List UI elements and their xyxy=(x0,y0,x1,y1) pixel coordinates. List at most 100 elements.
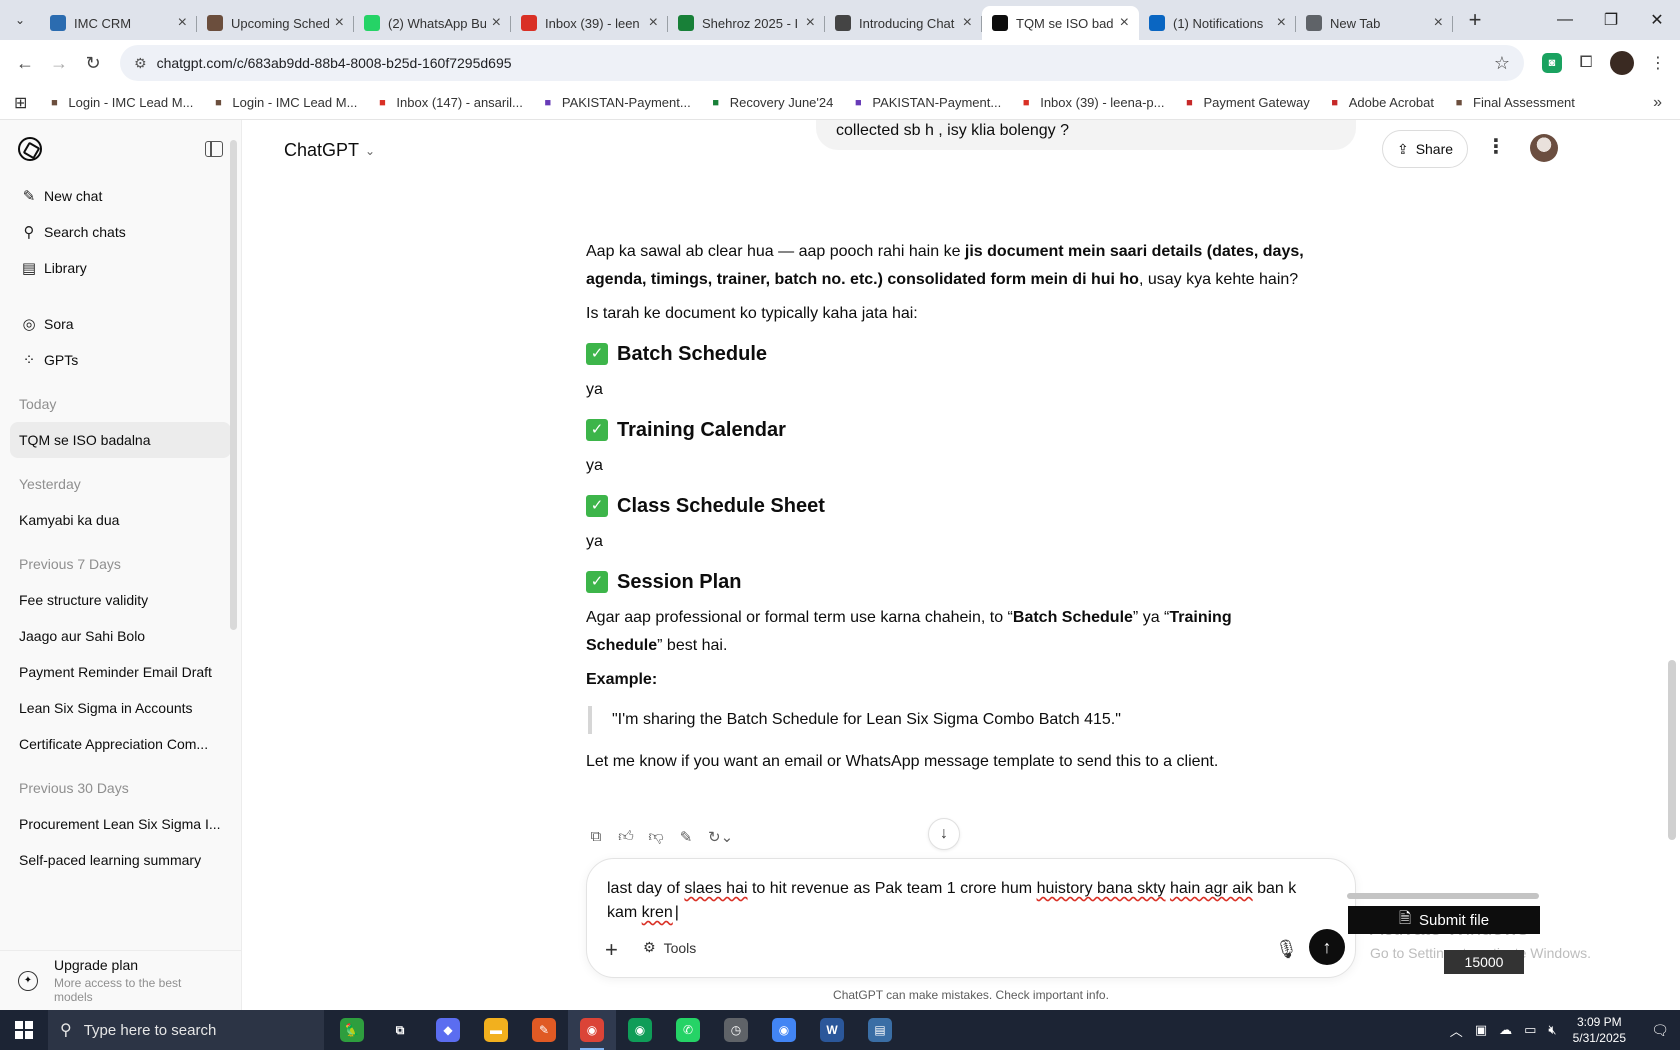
task-view-icon[interactable]: ⧉ xyxy=(376,1010,424,1050)
app-icon[interactable]: ✎ xyxy=(520,1010,568,1050)
model-picker[interactable]: ChatGPT ⌄ xyxy=(284,140,375,161)
tray-overflow-icon[interactable]: ︿ xyxy=(1450,1021,1463,1040)
forward-icon[interactable]: → xyxy=(42,46,76,80)
tools-button[interactable]: ⚙ Tools xyxy=(643,939,696,956)
chrome-icon[interactable]: ◉ xyxy=(568,1010,616,1050)
bookmark-item[interactable]: ■ Inbox (39) - leena-p... xyxy=(1019,95,1165,110)
message-composer[interactable]: last day of slaes hai to hit revenue as … xyxy=(586,858,1356,978)
sidebar-toggle-icon[interactable] xyxy=(205,141,223,157)
clock[interactable]: 3:09 PM 5/31/2025 xyxy=(1573,1014,1626,1046)
upgrade-plan-button[interactable]: ✦ Upgrade plan More access to the best m… xyxy=(0,950,241,1010)
close-tab-icon[interactable]: × xyxy=(1277,14,1286,32)
chrome-icon[interactable]: ◉ xyxy=(616,1010,664,1050)
submit-file-button[interactable]: 🗎 Submit file xyxy=(1348,906,1540,934)
thumbs-down-icon[interactable]: 👎︎ xyxy=(648,828,664,846)
share-button[interactable]: ⇪ Share xyxy=(1382,130,1468,168)
browser-tab[interactable]: (2) WhatsApp Bu × xyxy=(354,6,511,40)
clock-app-icon[interactable]: ◷ xyxy=(712,1010,760,1050)
bookmark-item[interactable]: ■ Login - IMC Lead M... xyxy=(211,95,357,110)
taskbar-search[interactable]: ⚲ Type here to search xyxy=(48,1010,324,1050)
close-tab-icon[interactable]: × xyxy=(649,14,658,32)
copy-icon[interactable]: ⧉ xyxy=(588,828,604,846)
close-tab-icon[interactable]: × xyxy=(806,14,815,32)
chat-history-item[interactable]: Certificate Appreciation Com... xyxy=(10,726,231,762)
sidebar-item-gpts[interactable]: ⁘ GPTs xyxy=(0,342,241,378)
chat-history-item[interactable]: Procurement Lean Six Sigma I... xyxy=(10,806,231,842)
browser-tab[interactable]: (1) Notifications × xyxy=(1139,6,1296,40)
sidebar-item-library[interactable]: ▤ Library xyxy=(0,250,241,286)
chat-history-item[interactable]: TQM se ISO badalna xyxy=(10,422,231,458)
plus-icon[interactable]: + xyxy=(605,937,618,963)
scroll-down-icon[interactable]: ↓ xyxy=(928,818,960,850)
site-info-icon[interactable]: ⚙ xyxy=(134,55,147,72)
close-tab-icon[interactable]: × xyxy=(178,14,187,32)
cloud-icon[interactable]: ☁ xyxy=(1499,1022,1512,1038)
browser-tab[interactable]: New Tab × xyxy=(1296,6,1453,40)
network-icon[interactable]: ▭ xyxy=(1524,1022,1536,1038)
parrot-app-icon[interactable]: 🦜 xyxy=(328,1010,376,1050)
regenerate-icon[interactable]: ↻⌄ xyxy=(708,828,733,846)
chat-history-item[interactable]: Lean Six Sigma in Accounts xyxy=(10,690,231,726)
close-tab-icon[interactable]: × xyxy=(1120,14,1129,32)
edit-icon[interactable]: ✎ xyxy=(678,828,694,846)
browser-tab[interactable]: Shehroz 2025 - I × xyxy=(668,6,825,40)
composer-input[interactable]: last day of slaes hai to hit revenue as … xyxy=(607,877,1327,925)
copilot-icon[interactable]: ◆ xyxy=(424,1010,472,1050)
sidebar-scrollbar[interactable] xyxy=(230,140,237,630)
whatsapp-icon[interactable]: ✆ xyxy=(664,1010,712,1050)
address-bar[interactable]: ⚙ chatgpt.com/c/683ab9dd-88b4-8008-b25d-… xyxy=(120,45,1524,81)
app-icon[interactable]: ▤ xyxy=(856,1010,904,1050)
user-avatar[interactable] xyxy=(1530,134,1558,162)
browser-tab[interactable]: TQM se ISO bad × xyxy=(982,6,1139,40)
extension-green-icon[interactable]: ◙ xyxy=(1542,53,1562,73)
more-options-icon[interactable]: ⋮ xyxy=(1486,134,1506,159)
browser-tab[interactable]: IMC CRM × xyxy=(40,6,197,40)
browser-tab[interactable]: Introducing Chat × xyxy=(825,6,982,40)
browser-tab[interactable]: Upcoming Sched × xyxy=(197,6,354,40)
file-explorer-icon[interactable]: ▬ xyxy=(472,1010,520,1050)
bookmark-item[interactable]: ■ Final Assessment xyxy=(1452,95,1575,110)
close-window-icon[interactable]: ✕ xyxy=(1634,0,1680,40)
minimize-icon[interactable]: — xyxy=(1542,0,1588,40)
extensions-puzzle-icon[interactable]: ⧠ xyxy=(1572,49,1600,77)
volume-muted-icon[interactable]: 🔇︎ xyxy=(1548,1022,1556,1038)
bookmark-item[interactable]: ■ PAKISTAN-Payment... xyxy=(851,95,1001,110)
bookmark-item[interactable]: ■ Login - IMC Lead M... xyxy=(47,95,193,110)
chat-history-item[interactable]: Fee structure validity xyxy=(10,582,231,618)
bookmarks-overflow-icon[interactable]: » xyxy=(1653,94,1662,112)
back-icon[interactable]: ← xyxy=(8,46,42,80)
close-tab-icon[interactable]: × xyxy=(492,14,501,32)
sidebar-item-sora[interactable]: ◎ Sora xyxy=(0,306,241,342)
chat-history-item[interactable]: Payment Reminder Email Draft xyxy=(10,654,231,690)
reload-icon[interactable]: ↻ xyxy=(76,46,110,80)
restore-icon[interactable]: ❐ xyxy=(1588,0,1634,40)
url-text[interactable]: chatgpt.com/c/683ab9dd-88b4-8008-b25d-16… xyxy=(157,55,1494,71)
bookmark-item[interactable]: ■ Inbox (147) - ansaril... xyxy=(375,95,523,110)
bookmark-item[interactable]: ■ Adobe Acrobat xyxy=(1328,95,1434,110)
bookmark-item[interactable]: ■ Recovery June'24 xyxy=(709,95,833,110)
openai-logo-icon[interactable] xyxy=(18,137,42,161)
close-tab-icon[interactable]: × xyxy=(335,14,344,32)
browser-menu-icon[interactable]: ⋮ xyxy=(1644,49,1672,77)
apps-grid-icon[interactable]: ⊞ xyxy=(14,93,27,113)
microphone-icon[interactable]: 🎙︎ xyxy=(1275,939,1298,960)
word-icon[interactable]: W xyxy=(808,1010,856,1050)
sidebar-item-search-chats[interactable]: ⚲ Search chats xyxy=(0,214,241,250)
chrome-icon[interactable]: ◉ xyxy=(760,1010,808,1050)
close-tab-icon[interactable]: × xyxy=(1434,14,1443,32)
profile-avatar[interactable] xyxy=(1610,51,1634,75)
tab-search-chevron-icon[interactable]: ⌄ xyxy=(0,0,40,40)
meet-icon[interactable]: ▣ xyxy=(1475,1022,1487,1038)
chat-history-item[interactable]: Jaago aur Sahi Bolo xyxy=(10,618,231,654)
notifications-icon[interactable]: 🗨︎ xyxy=(1640,1010,1680,1050)
sidebar-item-new-chat[interactable]: ✎ New chat xyxy=(0,178,241,214)
bookmark-star-icon[interactable]: ☆ xyxy=(1494,53,1510,74)
new-tab-button[interactable]: + xyxy=(1459,4,1491,36)
send-button[interactable]: ↑ xyxy=(1309,929,1345,965)
chat-history-item[interactable]: Kamyabi ka dua xyxy=(10,502,231,538)
thumbs-up-icon[interactable]: 👍︎ xyxy=(618,828,634,846)
bookmark-item[interactable]: ■ PAKISTAN-Payment... xyxy=(541,95,691,110)
start-button[interactable] xyxy=(0,1010,48,1050)
close-tab-icon[interactable]: × xyxy=(963,14,972,32)
browser-tab[interactable]: Inbox (39) - leen × xyxy=(511,6,668,40)
